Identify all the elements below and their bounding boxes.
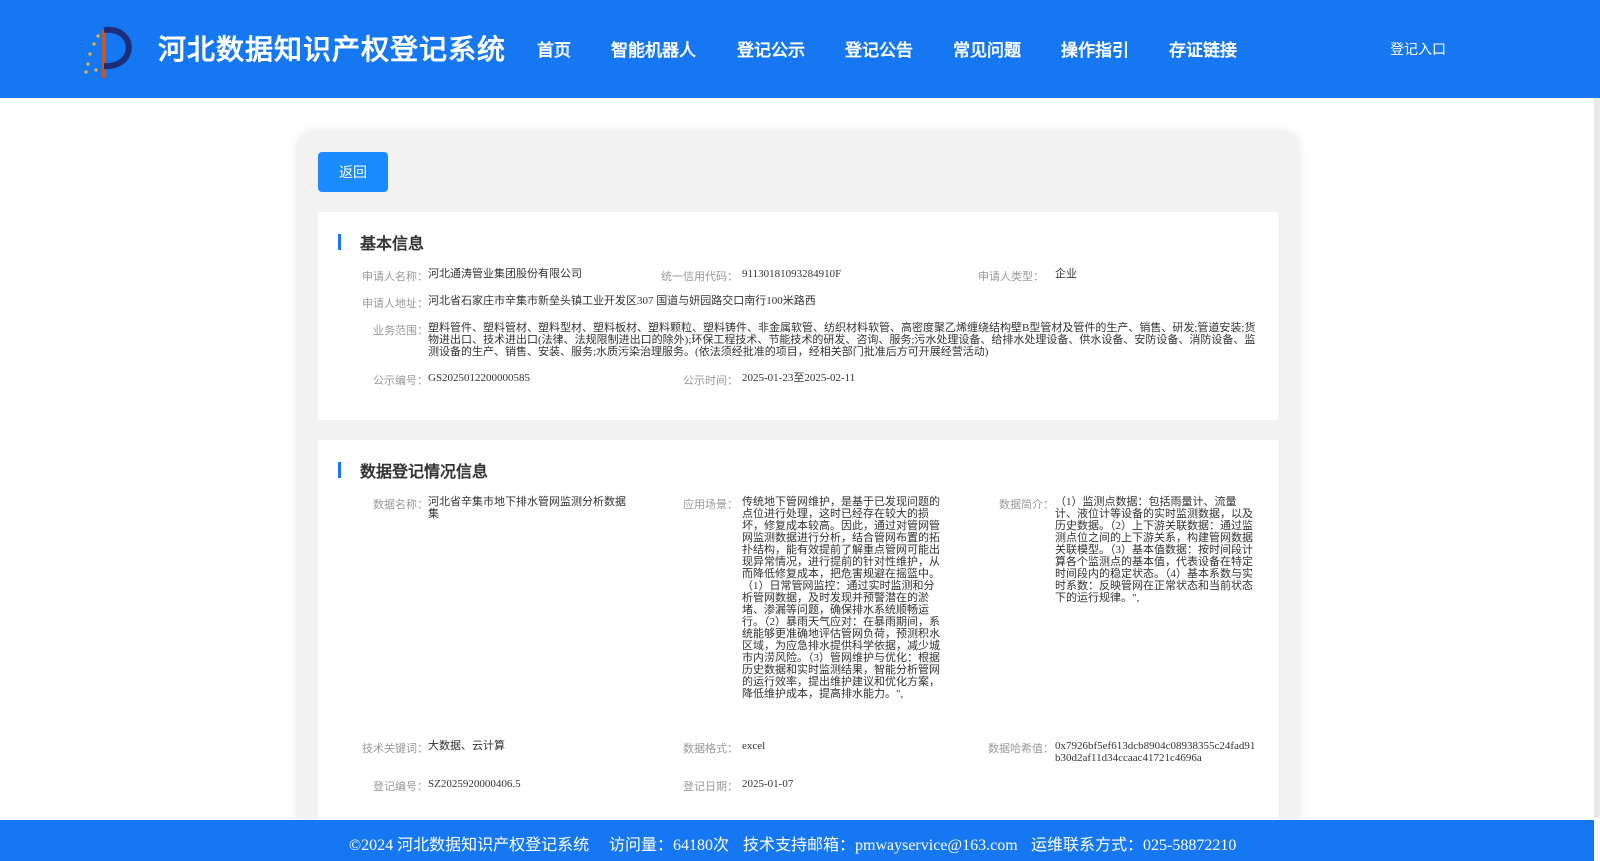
data-name-value: 河北省辛集市地下排水管网监测分析数据集 [428, 496, 626, 520]
reg-no-value: SZ2025920000406.5 [428, 778, 521, 790]
section-marker [338, 234, 341, 250]
footer-email: 技术支持邮箱：pmwayservice@163.com [743, 837, 1018, 854]
section-title-basic: 基本信息 [360, 234, 425, 253]
logo-icon [84, 26, 132, 78]
nav-item-evidence-link[interactable]: 存证链接 [1169, 36, 1237, 61]
notice-time-label: 公示时间： [683, 374, 738, 387]
back-button[interactable]: 返回 [318, 152, 388, 192]
notice-no-value: GS2025012200000585 [428, 372, 531, 384]
hash-label: 数据哈希值： [988, 742, 1054, 755]
business-scope-label: 业务范围： [373, 324, 428, 337]
hash-value: 0x7926bf5ef613dcb8904c08938355c24fad91b3… [1055, 740, 1256, 764]
login-link[interactable]: 登记入口 [1390, 39, 1446, 59]
keywords-value: 大数据、云计算 [428, 740, 505, 752]
format-value: excel [742, 740, 766, 752]
notice-no-label: 公示编号： [373, 374, 428, 387]
footer-copyright: ©2024 河北数据知识产权登记系统 [349, 837, 590, 854]
top-header: 河北数据知识产权登记系统 首页 智能机器人 登记公示 登记公告 常见问题 操作指… [0, 0, 1600, 98]
applicant-name-label: 申请人名称： [362, 270, 428, 283]
notice-time-value: 2025-01-23至2025-02-11 [742, 372, 856, 384]
reg-no-label: 登记编号： [373, 780, 428, 793]
scrollbar[interactable] [1594, 98, 1600, 818]
footer: ©2024 河北数据知识产权登记系统 访问量：64180次 技术支持邮箱：pmw… [0, 820, 1594, 861]
business-scope-value: 塑料管件、塑料管材、塑料型材、塑料板材、塑料颗粒、塑料铸件、非金属软管、纺织材料… [428, 322, 1256, 358]
basic-info-card: 基本信息 申请人名称： 河北通涛管业集团股份有限公司 统一信用代码： 91130… [318, 212, 1278, 420]
nav-item-publicity[interactable]: 登记公示 [737, 36, 805, 61]
site-title: 河北数据知识产权登记系统 [158, 33, 507, 66]
reg-date-value: 2025-01-07 [742, 778, 794, 790]
nav-item-announcement[interactable]: 登记公告 [845, 36, 913, 61]
footer-phone: 运维联系方式：025-58872210 [1031, 837, 1237, 854]
credit-code-value: 91130181093284910F [742, 268, 842, 280]
reg-date-label: 登记日期： [683, 780, 738, 793]
data-name-label: 数据名称： [373, 498, 428, 511]
footer-visits: 访问量：64180次 [609, 837, 730, 854]
applicant-type-label: 申请人类型： [978, 270, 1044, 283]
applicant-type-value: 企业 [1055, 268, 1077, 280]
nav-item-home[interactable]: 首页 [537, 36, 571, 61]
summary-label: 数据简介： [999, 498, 1054, 511]
address-label: 申请人地址： [362, 297, 428, 310]
format-label: 数据格式： [683, 742, 738, 755]
address-value: 河北省石家庄市辛集市新垒头镇工业开发区307 国道与妍园路交口南行100米路西 [428, 295, 816, 307]
scenario-value: 传统地下管网维护，是基于已发现问题的点位进行处理，这时已经存在较大的损坏，修复成… [742, 496, 940, 700]
nav-item-robot[interactable]: 智能机器人 [611, 36, 696, 61]
summary-value: （1）监测点数据：包括雨量计、流量计、液位计等设备的实时监测数据，以及历史数据。… [1055, 496, 1253, 604]
applicant-name-value: 河北通涛管业集团股份有限公司 [428, 268, 582, 280]
nav-item-faq[interactable]: 常见问题 [953, 36, 1021, 61]
keywords-label: 技术关键词： [362, 742, 428, 755]
scenario-label: 应用场景： [683, 498, 738, 511]
nav-item-guide[interactable]: 操作指引 [1061, 36, 1129, 61]
credit-code-label: 统一信用代码： [661, 270, 738, 283]
registration-info-card: 数据登记情况信息 数据名称： 河北省辛集市地下排水管网监测分析数据集 应用场景：… [318, 440, 1278, 840]
section-marker [338, 462, 341, 478]
section-title-registration: 数据登记情况信息 [360, 462, 489, 481]
